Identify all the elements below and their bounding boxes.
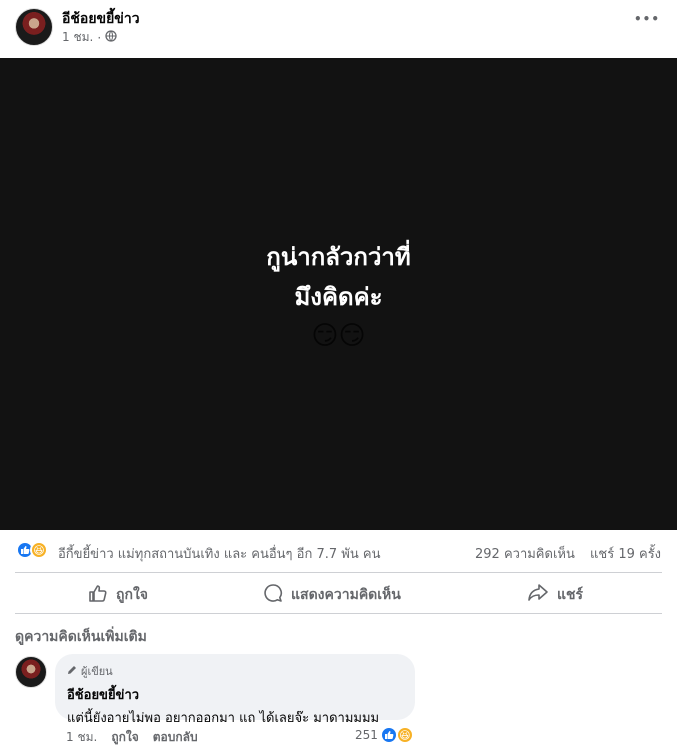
more-options-button[interactable]: ••• — [634, 12, 660, 26]
comment-author-name[interactable]: อีช้อยขยี้ข่าว — [67, 684, 403, 705]
comment-icon — [263, 583, 283, 607]
post-meta: 1 ชม. · — [62, 28, 117, 47]
page-name[interactable]: อีช้อยขยี้ข่าว — [62, 8, 140, 30]
author-badge-label: ผู้เขียน — [81, 665, 113, 678]
like-button-label: ถูกใจ — [116, 587, 148, 603]
like-icon — [88, 583, 108, 607]
pencil-icon — [67, 665, 77, 678]
view-more-comments-link[interactable]: ดูความคิดเห็นเพิ่มเติม — [15, 626, 147, 648]
comment-time[interactable]: 1 ชม. — [66, 728, 97, 747]
post-media[interactable]: กูน่ากลัวกว่าที่ มึงคิดค่ะ 😏😏 — [0, 58, 677, 530]
reaction-icons[interactable]: 😆 — [16, 541, 48, 559]
author-badge: ผู้เขียน — [67, 662, 403, 680]
comment-button-label: แสดงความคิดเห็น — [291, 587, 401, 603]
comment-actions: 1 ชม. ถูกใจ ตอบกลับ — [66, 728, 198, 747]
smirk-emoji: 😏😏 — [311, 321, 366, 351]
comment-button[interactable]: แสดงความคิดเห็น — [263, 583, 401, 607]
comment-reaction-number: 251 — [355, 728, 378, 742]
media-text-line-1: กูน่ากลัวกว่าที่ — [266, 243, 411, 271]
comments-count[interactable]: 292 ความคิดเห็น — [475, 543, 575, 564]
share-button[interactable]: แชร์ — [527, 583, 583, 607]
globe-icon — [105, 30, 117, 45]
reactions-summary[interactable]: อีกี้ขยี้ข่าว แม่ทุกสถานบันเทิง และ คนอื… — [58, 543, 380, 564]
comment-reaction-count[interactable]: 251 😆 — [355, 726, 414, 744]
page-avatar[interactable] — [15, 8, 53, 46]
comment-bubble: ผู้เขียน อีช้อยขยี้ข่าว แต่นี้ยังอายไม่พ… — [55, 654, 415, 726]
haha-reaction-icon: 😆 — [395, 726, 414, 744]
comment-text: แต่นี้ยังอายไม่พอ อยากออกมา แถ ได้เลยจ๊ะ… — [67, 711, 380, 726]
comment-reply-button[interactable]: ตอบกลับ — [153, 728, 198, 747]
share-icon — [527, 583, 549, 607]
haha-reaction-icon: 😆 — [30, 541, 48, 559]
like-button[interactable]: ถูกใจ — [88, 583, 148, 607]
comment-like-button[interactable]: ถูกใจ — [111, 728, 138, 747]
divider — [15, 613, 662, 614]
commenter-avatar[interactable] — [15, 656, 47, 688]
shares-count[interactable]: แชร์ 19 ครั้ง — [590, 543, 661, 564]
post-time[interactable]: 1 ชม. — [62, 28, 93, 47]
media-text-line-2: มึงคิดค่ะ — [294, 283, 383, 311]
share-button-label: แชร์ — [557, 587, 584, 603]
meta-separator: · — [97, 30, 102, 45]
divider — [15, 572, 662, 573]
